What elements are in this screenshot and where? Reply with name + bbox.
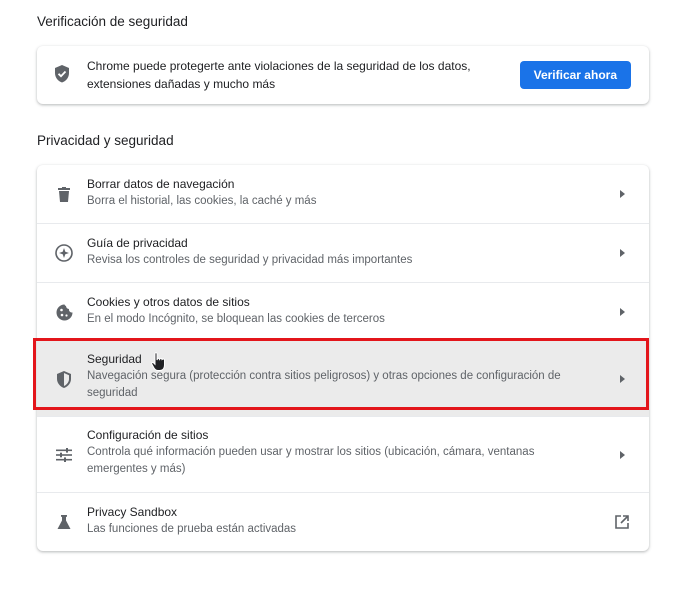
- verify-now-button[interactable]: Verificar ahora: [519, 61, 631, 89]
- chevron-right-icon: [617, 189, 627, 199]
- compass-icon: [54, 243, 74, 263]
- safety-check-description: Chrome puede protegerte ante violaciones…: [87, 59, 471, 91]
- shield-check-icon: [54, 65, 74, 85]
- privacy-item-subtitle: En el modo Incógnito, se bloquean las co…: [87, 313, 385, 325]
- privacy-item-site-settings[interactable]: Configuración de sitios Controla qué inf…: [37, 416, 649, 492]
- privacy-item-subtitle: Controla qué información pueden usar y m…: [87, 446, 535, 475]
- privacy-item-subtitle: Borra el historial, las cookies, la cach…: [87, 195, 317, 207]
- privacy-item-privacy-sandbox[interactable]: Privacy Sandbox Las funciones de prueba …: [37, 492, 649, 551]
- trash-icon: [54, 184, 74, 204]
- privacy-item-title: Privacy Sandbox: [87, 505, 178, 519]
- flask-icon: [54, 512, 74, 532]
- privacy-card: Borrar datos de navegación Borra el hist…: [37, 165, 649, 551]
- privacy-heading: Privacidad y seguridad: [37, 133, 174, 148]
- chevron-right-icon: [617, 307, 627, 317]
- privacy-item-privacy-guide[interactable]: Guía de privacidad Revisa los controles …: [37, 223, 649, 282]
- privacy-item-clear-data[interactable]: Borrar datos de navegación Borra el hist…: [37, 165, 649, 223]
- privacy-item-title: Borrar datos de navegación: [87, 177, 235, 191]
- privacy-item-security[interactable]: Seguridad Navegación segura (protección …: [37, 340, 649, 416]
- hand-cursor-icon: [151, 352, 167, 377]
- shield-icon: [54, 369, 74, 389]
- open-in-new-icon: [614, 514, 630, 530]
- privacy-item-subtitle: Revisa los controles de seguridad y priv…: [87, 254, 413, 266]
- cookie-icon: [54, 302, 74, 322]
- safety-check-card: Chrome puede protegerte ante violaciones…: [37, 46, 649, 104]
- privacy-item-cookies[interactable]: Cookies y otros datos de sitios En el mo…: [37, 282, 649, 340]
- privacy-item-title: Guía de privacidad: [87, 236, 188, 250]
- chevron-right-icon: [617, 374, 627, 384]
- privacy-item-title: Configuración de sitios: [87, 428, 209, 442]
- chevron-right-icon: [617, 248, 627, 258]
- safety-check-heading: Verificación de seguridad: [37, 14, 188, 29]
- sliders-icon: [54, 445, 74, 465]
- privacy-item-subtitle: Las funciones de prueba están activadas: [87, 523, 297, 535]
- chevron-right-icon: [617, 450, 627, 460]
- privacy-item-title: Cookies y otros datos de sitios: [87, 295, 250, 309]
